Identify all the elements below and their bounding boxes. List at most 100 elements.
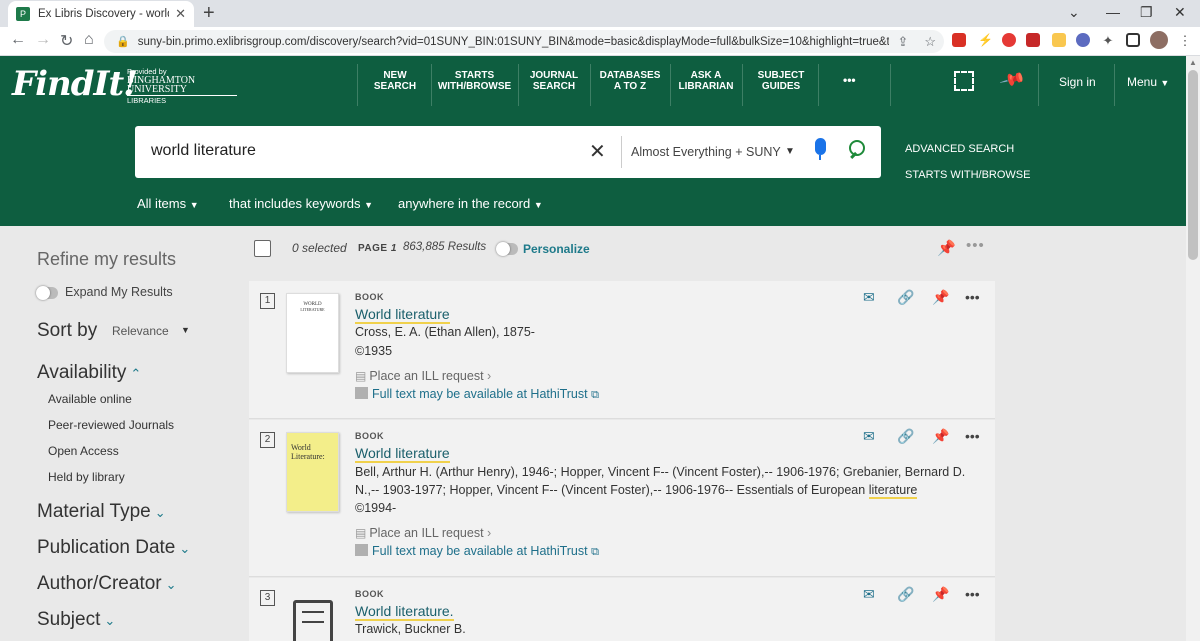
- link-icon[interactable]: 🔗: [897, 586, 914, 603]
- extensions-puzzle-icon[interactable]: ✦: [1101, 33, 1115, 48]
- book-placeholder-icon[interactable]: [293, 600, 333, 641]
- more-options-icon[interactable]: •••: [965, 289, 980, 305]
- select-all-checkbox[interactable]: [254, 240, 271, 257]
- facet-item-open-access[interactable]: Open Access: [48, 444, 119, 458]
- microphone-icon[interactable]: [813, 138, 827, 160]
- close-tab-icon[interactable]: ✕: [175, 6, 186, 22]
- pin-icon[interactable]: 📌: [937, 239, 956, 257]
- more-options-icon[interactable]: •••: [965, 586, 980, 602]
- extension-bolt-icon[interactable]: ⚡: [978, 33, 993, 47]
- facet-material-type[interactable]: Material Type ⌄: [37, 501, 166, 523]
- more-options-icon[interactable]: •••: [965, 428, 980, 444]
- close-window-icon[interactable]: ✕: [1174, 4, 1186, 21]
- nav-new-search[interactable]: NEW SEARCH: [370, 70, 420, 92]
- extension-red-icon[interactable]: [952, 33, 966, 47]
- result-number: 3: [260, 590, 275, 606]
- extension-folder-icon[interactable]: [1052, 33, 1066, 47]
- menu-button[interactable]: Menu ▼: [1127, 75, 1169, 89]
- profile-avatar[interactable]: [1150, 31, 1168, 49]
- link-icon[interactable]: 🔗: [897, 428, 914, 445]
- book-cover-thumbnail[interactable]: World Literature:: [286, 432, 339, 512]
- hathitrust-link[interactable]: Full text may be available at HathiTrust…: [355, 544, 599, 559]
- facet-author-creator[interactable]: Author/Creator ⌄: [37, 573, 177, 595]
- nav-journal-search[interactable]: JOURNAL SEARCH: [526, 70, 582, 92]
- extension-opera-icon[interactable]: [1002, 33, 1016, 47]
- result-title[interactable]: World literature: [355, 306, 450, 324]
- share-icon[interactable]: ⇪: [897, 34, 908, 50]
- scrollbar-thumb[interactable]: [1188, 70, 1198, 260]
- restore-icon[interactable]: ❐: [1140, 4, 1153, 21]
- nav-more-button[interactable]: •••: [843, 74, 856, 86]
- facet-item-available-online[interactable]: Available online: [48, 392, 132, 406]
- address-bar: ← → ↻ ⌂ 🔒 suny-bin.primo.exlibrisgroup.c…: [0, 27, 1200, 56]
- expand-results-toggle[interactable]: [36, 286, 58, 300]
- search-input[interactable]: world literature: [151, 142, 256, 160]
- filter-material[interactable]: All items ▼: [137, 196, 199, 211]
- nav-subject-guides[interactable]: SUBJECT GUIDES: [752, 70, 810, 92]
- filter-search-type[interactable]: that includes keywords ▼: [229, 196, 373, 211]
- chevron-down-icon: ▼: [189, 200, 199, 210]
- result-title[interactable]: World literature: [355, 445, 450, 463]
- personalize-label[interactable]: Personalize: [523, 242, 590, 256]
- tab-search-icon[interactable]: ⌄: [1068, 4, 1080, 21]
- result-title[interactable]: World literature.: [355, 603, 454, 621]
- result-number: 1: [260, 293, 275, 309]
- advanced-search-link[interactable]: ADVANCED SEARCH: [905, 143, 1014, 155]
- nav-databases-a-to-z[interactable]: DATABASES A TO Z: [598, 70, 662, 92]
- email-icon[interactable]: ✉: [863, 428, 875, 445]
- url-omnibox[interactable]: 🔒 suny-bin.primo.exlibrisgroup.com/disco…: [104, 30, 944, 53]
- pin-icon[interactable]: 📌: [932, 428, 949, 445]
- book-cover-thumbnail[interactable]: WORLD LITERATURE: [286, 293, 339, 373]
- sort-select[interactable]: Relevance: [112, 324, 169, 338]
- findit-logo[interactable]: FindIt!: [12, 64, 138, 104]
- nav-ask-a-librarian[interactable]: ASK A LIBRARIAN: [678, 70, 734, 92]
- search-scope-select[interactable]: Almost Everything + SUNY: [631, 145, 781, 159]
- email-icon[interactable]: ✉: [863, 586, 875, 603]
- home-icon[interactable]: ⌂: [84, 31, 94, 49]
- reload-icon[interactable]: ↻: [60, 31, 73, 51]
- back-icon[interactable]: ←: [10, 31, 26, 49]
- new-tab-icon[interactable]: +: [203, 3, 215, 23]
- forward-icon[interactable]: →: [35, 31, 51, 49]
- chevron-down-icon[interactable]: ▼: [181, 325, 190, 335]
- chevron-down-icon: ▼: [364, 200, 374, 210]
- pin-icon[interactable]: 📌: [932, 289, 949, 306]
- pin-icon[interactable]: 📌: [932, 586, 949, 603]
- personalize-toggle[interactable]: [496, 242, 518, 256]
- ill-request-link[interactable]: ▤ Place an ILL request ›: [355, 526, 491, 540]
- result-item[interactable]: 1 WORLD LITERATURE BOOK World literature…: [249, 281, 995, 419]
- email-icon[interactable]: ✉: [863, 289, 875, 306]
- clear-search-icon[interactable]: ✕: [589, 139, 606, 164]
- page-indicator: PAGE 1: [358, 243, 397, 254]
- filter-search-field[interactable]: anywhere in the record ▼: [398, 196, 543, 211]
- nav-starts-with-browse[interactable]: STARTS WITH/BROWSE: [437, 70, 512, 92]
- page-scrollbar[interactable]: ▲: [1186, 56, 1200, 641]
- extension-adblock-icon[interactable]: [1026, 33, 1040, 47]
- side-panel-icon[interactable]: [1126, 33, 1140, 47]
- hathitrust-icon: [355, 387, 368, 399]
- more-options-icon[interactable]: •••: [966, 237, 985, 254]
- result-item[interactable]: 2 World Literature: BOOK World literatur…: [249, 420, 995, 577]
- minimize-icon[interactable]: —: [1106, 4, 1120, 20]
- facet-item-held-by-library[interactable]: Held by library: [48, 470, 125, 484]
- ill-request-link[interactable]: ▤ Place an ILL request ›: [355, 369, 491, 383]
- hathitrust-link[interactable]: Full text may be available at HathiTrust…: [355, 387, 599, 402]
- facet-subject[interactable]: Subject ⌄: [37, 609, 115, 631]
- result-item[interactable]: 3 BOOK World literature. Trawick, Buckne…: [249, 578, 995, 641]
- scroll-up-icon[interactable]: ▲: [1189, 58, 1197, 67]
- sign-in-link[interactable]: Sign in: [1059, 75, 1096, 89]
- link-icon[interactable]: 🔗: [897, 289, 914, 306]
- qr-code-icon[interactable]: [954, 71, 974, 91]
- search-icon[interactable]: [849, 140, 869, 160]
- extension-star-icon[interactable]: [1076, 33, 1090, 47]
- facet-item-peer-reviewed[interactable]: Peer-reviewed Journals: [48, 418, 174, 432]
- chevron-down-icon[interactable]: ▼: [785, 146, 795, 157]
- pin-icon[interactable]: 📌: [998, 66, 1027, 94]
- facet-publication-date[interactable]: Publication Date ⌄: [37, 537, 190, 559]
- bookmark-star-icon[interactable]: ☆: [924, 34, 936, 50]
- starts-with-browse-link[interactable]: STARTS WITH/BROWSE: [905, 169, 1031, 181]
- result-author-continued: N.,-- 1903-1977; Hopper, Vincent F-- (Vi…: [355, 483, 918, 499]
- browser-tab[interactable]: P Ex Libris Discovery - world literat ✕: [8, 1, 194, 27]
- facet-availability[interactable]: Availability ⌃: [37, 362, 141, 384]
- chrome-menu-icon[interactable]: ⋮: [1178, 33, 1192, 48]
